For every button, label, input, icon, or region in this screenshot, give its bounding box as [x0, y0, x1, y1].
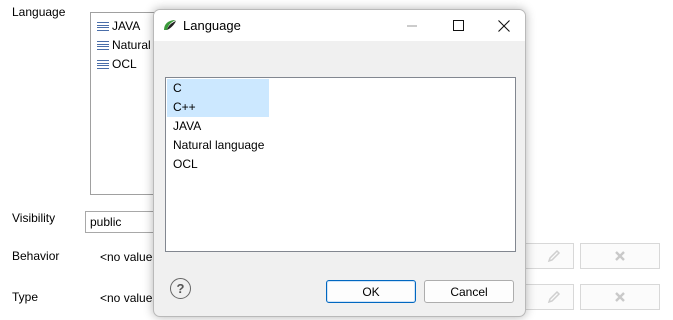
question-circle-icon[interactable]: ?: [170, 278, 191, 299]
list-entry-icon: [97, 40, 109, 50]
close-icon: [498, 19, 510, 32]
visibility-label: Visibility: [12, 211, 56, 225]
language-label: Language: [12, 5, 66, 19]
minimize-icon: [407, 25, 417, 26]
list-item[interactable]: JAVA: [167, 117, 367, 136]
list-item[interactable]: Natural: [97, 36, 151, 54]
maximize-button[interactable]: [435, 10, 481, 41]
list-item-label: OCL: [112, 57, 137, 71]
list-item-label: Natural: [112, 38, 151, 52]
list-item[interactable]: C: [167, 79, 269, 98]
list-item[interactable]: OCL: [167, 155, 367, 174]
swirl-logo-icon: [164, 20, 176, 30]
type-value: <no value: [100, 291, 153, 305]
behavior-label: Behavior: [12, 249, 60, 263]
minimize-button[interactable]: [389, 10, 435, 41]
language-dialog: Language C C++ JAVA Natural language OCL…: [153, 9, 526, 317]
type-delete-button[interactable]: [580, 284, 660, 310]
maximize-icon: [452, 20, 464, 31]
list-item[interactable]: C++: [167, 98, 269, 117]
close-x-icon: [615, 292, 625, 302]
type-label: Type: [12, 290, 39, 304]
behavior-value: <no value: [100, 250, 153, 264]
close-button[interactable]: [481, 10, 525, 41]
list-item[interactable]: Natural language: [167, 136, 367, 155]
cancel-button[interactable]: Cancel: [424, 280, 514, 303]
ok-button[interactable]: OK: [326, 280, 416, 303]
close-x-icon: [615, 251, 625, 261]
behavior-delete-button[interactable]: [580, 243, 660, 269]
list-item[interactable]: OCL: [97, 55, 137, 73]
list-entry-icon: [97, 59, 109, 69]
list-entry-icon: [97, 21, 109, 31]
list-item[interactable]: JAVA: [97, 17, 140, 35]
language-list[interactable]: JAVA Natural OCL: [90, 12, 160, 195]
language-options-list[interactable]: C C++ JAVA Natural language OCL: [165, 77, 516, 252]
pencil-icon: [547, 249, 561, 263]
list-item-label: JAVA: [112, 19, 141, 33]
dialog-titlebar[interactable]: Language: [154, 10, 525, 41]
visibility-select[interactable]: public: [85, 211, 160, 233]
dialog-title: Language: [183, 18, 241, 33]
pencil-icon: [547, 290, 561, 304]
